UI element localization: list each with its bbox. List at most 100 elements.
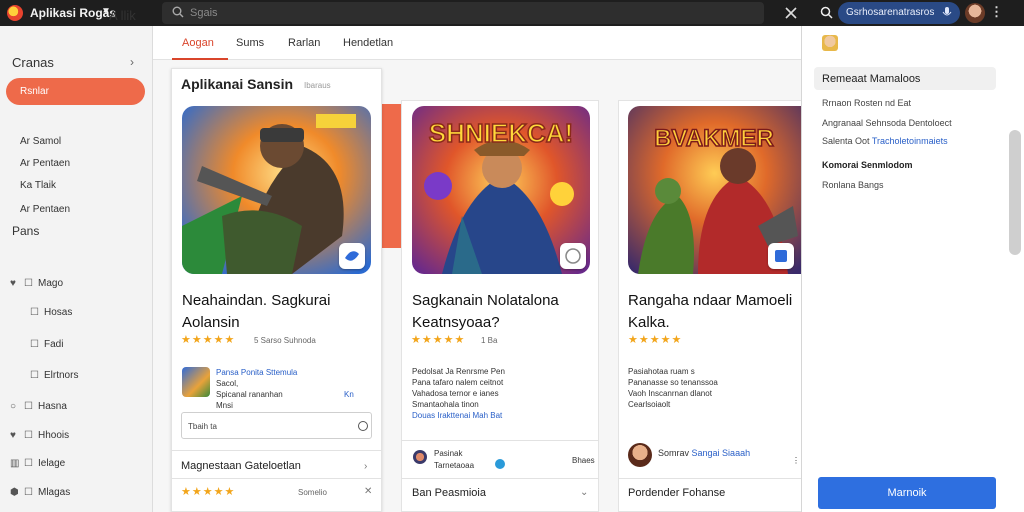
sidebar-section-title: Cranas — [12, 55, 54, 70]
description-link[interactable]: Kn — [344, 389, 354, 400]
sidebar-row-label: Fadi — [44, 339, 64, 350]
author-name-text: Somrav — [658, 448, 690, 458]
list-icon: ☐ — [24, 458, 33, 469]
description-line: Pasiahotaa ruam s — [628, 367, 695, 376]
rating-stars: ★★★★★ — [181, 486, 236, 498]
primary-button-label: Marnoik — [887, 487, 927, 499]
description-line: Mnsi — [216, 401, 233, 410]
comment-input-value: Tbaih ta — [188, 422, 217, 431]
rating-stars: ★★★★★ — [411, 334, 466, 346]
top-bar: Aplikasi Rogas ▼ Sgais Gsrhosarenatrasro… — [0, 0, 1024, 26]
scrollbar[interactable] — [1009, 130, 1021, 255]
mic-icon — [942, 7, 952, 16]
sidebar-row-label: Elrtnors — [44, 370, 79, 381]
panel-link[interactable]: Tracholetoinmaiets — [872, 136, 948, 146]
rating-meta: Somelio — [298, 488, 327, 497]
panel-line: Ronlana Bangs — [822, 180, 884, 190]
tab-hendetlan[interactable]: Hendetlan — [343, 37, 393, 49]
art-title-text: BVAKMER — [654, 125, 774, 152]
description-link[interactable]: Pansa Ponita Sttemula — [216, 367, 297, 378]
author-side-text: Bhaes — [572, 456, 595, 465]
sidebar-row[interactable]: ☐ Elrtnors — [30, 370, 78, 381]
close-icon[interactable]: ✕ — [364, 486, 372, 497]
list-icon: ☐ — [24, 278, 33, 289]
sidebar-row[interactable]: ☐ Fadi — [30, 339, 63, 350]
sidebar-row-label: Ielage — [38, 458, 66, 469]
description-line: Pana tafaro nalem ceitnot — [412, 378, 504, 387]
description-link[interactable]: Douas Irakttenai Mah Bat — [412, 410, 505, 421]
list-item[interactable]: Ban Peasmioia — [412, 487, 486, 499]
tab-sums[interactable]: Sums — [236, 37, 264, 49]
tools-icon[interactable] — [784, 6, 798, 20]
description-line: Vaoh Inscanrnan dlanot — [628, 389, 712, 398]
sidebar-row[interactable]: ♥ ☐ Mago — [10, 278, 63, 289]
app-badge-icon — [768, 243, 794, 269]
section-heading: Aplikanai Sansin — [181, 76, 294, 92]
sidebar-item[interactable]: Ar Pentaen — [20, 158, 70, 169]
bar-chart-icon: ▥ — [10, 458, 20, 469]
game-title[interactable]: Rangaha ndaar Mamoeli Kalka. — [628, 290, 800, 334]
panel-line: Rrnaon Rosten nd Eat — [822, 98, 912, 108]
panel-heading-text: Remeaat Mamaloos — [822, 73, 921, 85]
panel-heading: Remeaat Mamaloos — [814, 67, 996, 90]
app-badge-icon — [560, 243, 586, 269]
comment-input[interactable]: Tbaih ta — [181, 412, 372, 439]
rating-meta: 1 Ba — [481, 336, 498, 345]
sidebar-item-active[interactable]: Rsnlar — [6, 78, 145, 105]
divider — [401, 478, 599, 479]
app-logo-icon — [7, 5, 23, 21]
game-title[interactable]: Neahaindan. Sagkurai Aolansin — [182, 290, 377, 334]
more-menu-icon[interactable]: ⋮ — [990, 4, 1003, 20]
user-avatar[interactable] — [965, 3, 985, 23]
search-icon[interactable] — [820, 6, 833, 19]
rating-meta: 5 Sarso Suhnoda — [254, 336, 316, 345]
sidebar-row[interactable]: ▥ ☐ Ielage — [10, 458, 65, 469]
sidebar-section-title: Pans — [12, 224, 40, 238]
search-icon — [172, 6, 184, 18]
description-line: Pedolsat Ja Renrsme Pen — [412, 367, 505, 376]
search-placeholder: Sgais — [190, 7, 218, 19]
section-subheading: Ibaraus — [304, 81, 331, 90]
list-item[interactable]: Magnestaan Gateloetlan — [181, 460, 301, 472]
game-title[interactable]: Sagkanain Nolatalona Keatnsyoaa? — [412, 290, 592, 334]
description-line: Smantaohala tinon — [412, 400, 479, 409]
circle-icon[interactable] — [358, 421, 368, 431]
list-item[interactable]: Pordender Fohanse — [628, 487, 725, 499]
search-input[interactable]: Sgais — [162, 2, 764, 24]
author-avatar[interactable] — [628, 443, 652, 467]
sidebar-row-label: Mlagas — [38, 487, 71, 498]
chevron-right-icon[interactable]: › — [364, 461, 367, 472]
divider — [171, 450, 382, 451]
sidebar-item[interactable]: Ar Pentaen — [20, 204, 70, 215]
panel-line: Salenta Oot Tracholetoinmaiets — [822, 136, 948, 146]
sidebar-row[interactable]: ☐ Hosas — [30, 307, 72, 318]
tab-rarlan[interactable]: Rarlan — [288, 37, 320, 49]
sidebar-item[interactable]: Ar Samol — [20, 136, 61, 147]
chevron-down-icon[interactable]: ⌄ — [580, 487, 588, 498]
primary-button[interactable]: Marnoik — [818, 477, 996, 509]
sidebar-row-label: Hosas — [44, 307, 73, 318]
sidebar-item[interactable]: Ka Tlaik — [20, 180, 56, 191]
chevron-right-icon[interactable]: › — [130, 55, 134, 69]
description-line: Spicanal rananhan — [216, 390, 283, 399]
sidebar-row[interactable]: ♥ ☐ Hhoois — [10, 430, 69, 441]
list-icon: ☐ — [30, 370, 39, 381]
list-icon: ☐ — [30, 339, 39, 350]
account-button[interactable]: Gsrhosarenatrasros — [838, 2, 960, 24]
author-name[interactable]: Somrav Sangai Siaaah — [658, 448, 750, 459]
panel-line: Angranaal Sehnsoda Dentoloect — [822, 118, 952, 128]
sidebar-row[interactable]: ⬢ ☐ Mlagas — [10, 487, 70, 498]
author-link[interactable]: Sangai Siaaah — [692, 448, 751, 458]
game-description: Pedolsat Ja Renrsme Pen Pana tafaro nale… — [412, 366, 505, 421]
thumbnail[interactable] — [182, 367, 210, 397]
sidebar-row[interactable]: ○ ☐ Hasna — [10, 401, 67, 412]
sidebar-header: A llik — [109, 8, 136, 23]
more-menu-icon[interactable]: ⋮ — [792, 455, 800, 466]
panel-avatar[interactable] — [822, 35, 838, 51]
tab-aogan[interactable]: Aogan — [182, 37, 214, 49]
author-name[interactable]: Pasinak — [434, 448, 462, 459]
verified-icon — [495, 459, 505, 469]
description-line: Vahadosa ternor e ianes — [412, 389, 499, 398]
list-icon: ☐ — [24, 430, 33, 441]
author-avatar[interactable] — [413, 450, 427, 464]
